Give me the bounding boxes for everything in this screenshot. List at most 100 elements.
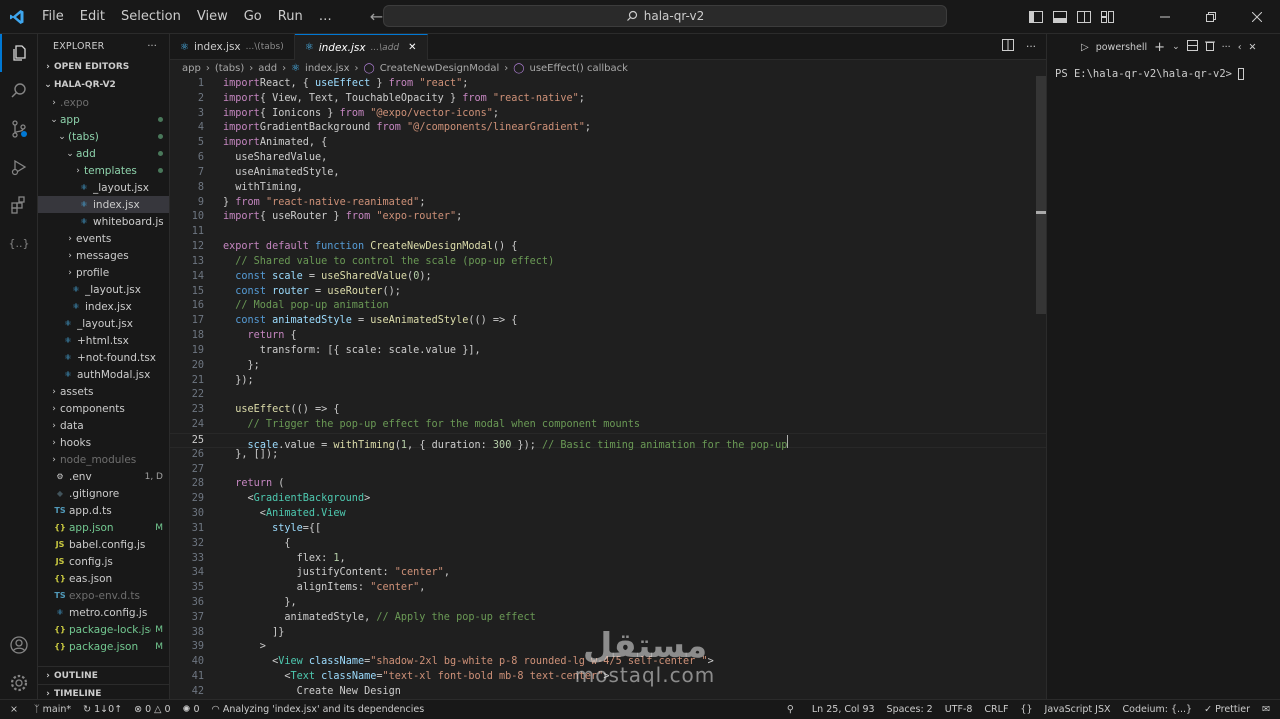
toggle-primary-sidebar-icon[interactable] — [1024, 0, 1048, 34]
tree-item[interactable]: TS expo-env.d.ts — [38, 587, 169, 604]
toggle-panel-icon[interactable] — [1048, 0, 1072, 34]
code-line[interactable]: 19 transform: [{ scale: scale.value }], — [170, 344, 1046, 359]
ports-item[interactable]: ✺ 0 — [177, 704, 206, 715]
tree-item[interactable]: ⚛ _layout.jsx — [38, 179, 169, 196]
sync-item[interactable]: ↻ 1↓0↑ — [77, 704, 128, 715]
source-control-icon[interactable] — [0, 110, 38, 148]
menu-selection[interactable]: Selection — [113, 9, 189, 24]
menu-more[interactable]: … — [311, 9, 340, 24]
tree-item[interactable]: › templates — [38, 162, 169, 179]
code-line[interactable]: 26 }, []); — [170, 448, 1046, 463]
notifications-bell-icon[interactable]: ✉ — [1256, 704, 1280, 715]
close-icon[interactable]: ✕ — [408, 42, 416, 53]
code-line[interactable]: 8 withTiming, — [170, 181, 1046, 196]
terminal-output[interactable]: PS E:\hala-qr-v2\hala-qr-v2> — [1047, 60, 1280, 80]
search-icon[interactable] — [0, 72, 38, 110]
tree-item[interactable]: ⚛ metro.config.js — [38, 604, 169, 621]
code-line[interactable]: 31 style={[ — [170, 522, 1046, 537]
tree-item[interactable]: › components — [38, 400, 169, 417]
code-line[interactable]: 25 scale.value = withTiming(1, { duratio… — [170, 432, 1046, 451]
run-debug-icon[interactable] — [0, 148, 38, 186]
json-icon[interactable]: {..} — [0, 224, 38, 262]
zoom-search-icon[interactable]: ⚲ — [781, 704, 806, 715]
split-terminal-icon[interactable] — [1186, 40, 1198, 54]
tree-item[interactable]: ⚛ whiteboard.jsx — [38, 213, 169, 230]
toggle-secondary-sidebar-icon[interactable] — [1072, 0, 1096, 34]
code-line[interactable]: 36 }, — [170, 596, 1046, 611]
editor-scrollbar[interactable] — [1036, 76, 1046, 314]
back-arrow-icon[interactable]: ← — [370, 7, 383, 26]
tree-item[interactable]: {}package-lock.json M — [38, 621, 169, 638]
menu-go[interactable]: Go — [236, 9, 270, 24]
code-line[interactable]: 3 import{ Ionicons } from "@expo/vector-i… — [170, 107, 1046, 122]
code-line[interactable]: 4 importGradientBackground from "@/compon… — [170, 121, 1046, 136]
code-line[interactable]: 11 — [170, 225, 1046, 240]
menu-file[interactable]: File — [34, 9, 72, 24]
tree-item[interactable]: {} eas.json — [38, 570, 169, 587]
code-line[interactable]: 29 <GradientBackground> — [170, 492, 1046, 507]
cursor-position[interactable]: Ln 25, Col 93 — [806, 704, 881, 715]
tree-item[interactable]: TS app.d.ts — [38, 502, 169, 519]
command-center-search[interactable]: hala-qr-v2 — [383, 5, 947, 27]
code-line[interactable]: 15 const router = useRouter(); — [170, 285, 1046, 300]
tree-item[interactable]: ⚛ _layout.jsx — [38, 281, 169, 298]
branch-item[interactable]: ᛉ main* — [28, 704, 77, 715]
outline-section[interactable]: › OUTLINE — [38, 666, 169, 684]
code-line[interactable]: 28 return ( — [170, 477, 1046, 492]
more-actions-icon[interactable]: ··· — [1222, 42, 1231, 53]
menu-edit[interactable]: Edit — [72, 9, 113, 24]
code-line[interactable]: 7 useAnimatedStyle, — [170, 166, 1046, 181]
code-editor[interactable]: 1 importReact, { useEffect } from "react"… — [170, 77, 1046, 699]
tree-item[interactable]: › messages — [38, 247, 169, 264]
indentation[interactable]: Spaces: 2 — [881, 704, 939, 715]
tree-item[interactable]: › hooks — [38, 434, 169, 451]
minimize-icon[interactable] — [1142, 0, 1188, 34]
code-line[interactable]: 30 <Animated.View — [170, 507, 1046, 522]
code-line[interactable]: 21 }); — [170, 374, 1046, 389]
problems-item[interactable]: ⊗ 0 △ 0 — [128, 704, 176, 715]
tree-item[interactable]: {} package.json M — [38, 638, 169, 655]
tree-item[interactable]: ⚛ +not-found.tsx — [38, 349, 169, 366]
code-line[interactable]: 17 const animatedStyle = useAnimatedStyl… — [170, 314, 1046, 329]
tree-item[interactable]: › events — [38, 230, 169, 247]
code-line[interactable]: 32 { — [170, 537, 1046, 552]
account-icon[interactable] — [0, 626, 38, 664]
menu-view[interactable]: View — [189, 9, 236, 24]
code-line[interactable]: 34 justifyContent: "center", — [170, 566, 1046, 581]
more-actions-icon[interactable]: ··· — [1026, 41, 1036, 53]
tree-item[interactable]: › data — [38, 417, 169, 434]
close-icon[interactable]: ✕ — [1249, 42, 1257, 53]
breadcrumb-callback[interactable]: useEffect() callback — [529, 63, 627, 74]
code-line[interactable]: 24 // Trigger the pop-up effect for the … — [170, 418, 1046, 433]
trash-icon[interactable] — [1204, 40, 1215, 54]
customize-layout-icon[interactable] — [1096, 0, 1120, 34]
extensions-icon[interactable] — [0, 186, 38, 224]
tree-item[interactable]: › profile — [38, 264, 169, 281]
code-line[interactable]: 9} from "react-native-reanimated"; — [170, 196, 1046, 211]
code-line[interactable]: 14 const scale = useSharedValue(0); — [170, 270, 1046, 285]
split-editor-icon[interactable] — [1001, 39, 1014, 54]
restore-icon[interactable] — [1188, 0, 1234, 34]
end-of-line[interactable]: CRLF — [978, 704, 1014, 715]
code-line[interactable]: 20 }; — [170, 359, 1046, 374]
tree-item[interactable]: ◆ .gitignore — [38, 485, 169, 502]
code-line[interactable]: 18 return { — [170, 329, 1046, 344]
code-line[interactable]: 12 export default function CreateNewDesig… — [170, 240, 1046, 255]
timeline-section[interactable]: › TIMELINE — [38, 684, 169, 699]
new-terminal-icon[interactable]: + — [1154, 40, 1165, 55]
code-line[interactable]: 37 animatedStyle, // Apply the pop-up ef… — [170, 611, 1046, 626]
code-line[interactable]: 6 useSharedValue, — [170, 151, 1046, 166]
explorer-icon[interactable] — [0, 34, 38, 72]
breadcrumb-tabs[interactable]: (tabs) — [215, 63, 244, 74]
breadcrumb-file[interactable]: index.jsx — [305, 63, 349, 74]
tree-item[interactable]: › assets — [38, 383, 169, 400]
code-line[interactable]: 22 — [170, 388, 1046, 403]
tree-item[interactable]: ⚛ +html.tsx — [38, 332, 169, 349]
breadcrumb-add[interactable]: add — [258, 63, 277, 74]
close-window-icon[interactable] — [1234, 0, 1280, 34]
tree-item[interactable]: ⚛ index.jsx — [38, 298, 169, 315]
tree-item[interactable]: {} app.json M — [38, 519, 169, 536]
tree-item[interactable]: JS config.js — [38, 553, 169, 570]
language-braces-icon[interactable]: {} — [1014, 704, 1038, 715]
code-line[interactable]: 5 importAnimated, { — [170, 136, 1046, 151]
